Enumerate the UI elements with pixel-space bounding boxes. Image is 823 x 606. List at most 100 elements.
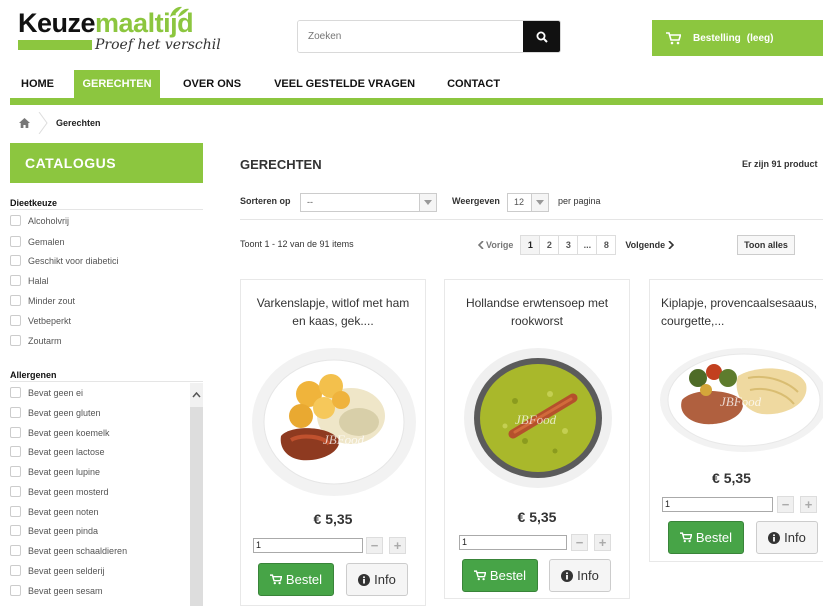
- filter-vetbeperkt[interactable]: Vetbeperkt: [10, 315, 71, 326]
- filter-geen-gluten[interactable]: Bevat geen gluten: [10, 407, 101, 418]
- checkbox[interactable]: [10, 387, 21, 398]
- chevron-up-icon: [192, 392, 201, 398]
- filter-geen-lactose[interactable]: Bevat geen lactose: [10, 446, 105, 457]
- page-3[interactable]: 3: [558, 235, 579, 255]
- product-price: € 5,35: [712, 470, 751, 486]
- cart-label: Bestelling: [693, 32, 741, 44]
- filter-geen-sesam[interactable]: Bevat geen sesam: [10, 585, 103, 596]
- watermark-text: JBFood: [720, 394, 762, 409]
- nav-gerechten[interactable]: GERECHTEN: [74, 70, 160, 98]
- quantity-decrease[interactable]: −: [571, 534, 588, 551]
- pagination-prev[interactable]: Vorige: [478, 240, 513, 250]
- quantity-decrease[interactable]: −: [777, 496, 794, 513]
- checkbox[interactable]: [10, 255, 21, 266]
- logo-tagline: Proef het verschil: [95, 37, 221, 53]
- checkbox[interactable]: [10, 585, 21, 596]
- checkbox[interactable]: [10, 335, 21, 346]
- page-2[interactable]: 2: [539, 235, 560, 255]
- info-button[interactable]: Info: [346, 563, 408, 596]
- filter-diabetici[interactable]: Geschikt voor diabetici: [10, 255, 119, 266]
- checkbox[interactable]: [10, 446, 21, 457]
- nav-contact[interactable]: CONTACT: [435, 70, 512, 98]
- filter-geen-mosterd[interactable]: Bevat geen mosterd: [10, 486, 109, 497]
- pagination-next[interactable]: Volgende: [625, 240, 675, 250]
- nav-over-ons[interactable]: OVER ONS: [171, 70, 253, 98]
- product-image[interactable]: JBFood: [251, 344, 417, 496]
- checkbox[interactable]: [10, 295, 21, 306]
- search-input[interactable]: [298, 21, 523, 52]
- checkbox[interactable]: [10, 486, 21, 497]
- product-name[interactable]: Hollandse erwtensoep met rookworst: [453, 294, 621, 330]
- order-button[interactable]: Bestel: [258, 563, 334, 596]
- order-button[interactable]: Bestel: [668, 521, 744, 554]
- info-button[interactable]: Info: [549, 559, 611, 592]
- product-image[interactable]: JBFood: [455, 346, 621, 494]
- product-name[interactable]: Varkenslapje, witlof met ham en kaas, ge…: [249, 294, 417, 330]
- quantity-increase[interactable]: +: [800, 496, 817, 513]
- order-label: Bestel: [489, 568, 527, 583]
- page-1[interactable]: 1: [520, 235, 541, 255]
- logo-word-dark: Keuze: [18, 8, 96, 38]
- filter-gemalen[interactable]: Gemalen: [10, 236, 65, 247]
- checkbox[interactable]: [10, 275, 21, 286]
- quantity-input[interactable]: 1: [459, 535, 567, 550]
- search-button[interactable]: [523, 21, 560, 52]
- product-image[interactable]: JBFood: [658, 344, 823, 456]
- checkbox[interactable]: [10, 427, 21, 438]
- info-label: Info: [577, 568, 599, 583]
- watermark-text: JBFood: [515, 412, 557, 427]
- filter-label: Bevat geen schaaldieren: [28, 545, 128, 556]
- quantity-increase[interactable]: +: [389, 537, 406, 554]
- breadcrumb-home[interactable]: [10, 118, 38, 128]
- filter-geen-noten[interactable]: Bevat geen noten: [10, 506, 99, 517]
- order-button[interactable]: Bestel: [462, 559, 538, 592]
- filter-geen-schaaldieren[interactable]: Bevat geen schaaldieren: [10, 545, 127, 556]
- filter-geen-ei[interactable]: Bevat geen ei: [10, 387, 83, 398]
- home-icon: [18, 118, 30, 128]
- breadcrumb-current: Gerechten: [56, 118, 101, 128]
- leaf-icon: [170, 6, 189, 17]
- checkbox[interactable]: [10, 565, 21, 576]
- checkbox[interactable]: [10, 315, 21, 326]
- filter-alcoholvrij[interactable]: Alcoholvrij: [10, 215, 69, 226]
- quantity-decrease[interactable]: −: [366, 537, 383, 554]
- cart-button[interactable]: Bestelling (leeg): [652, 20, 823, 56]
- filter-minder-zout[interactable]: Minder zout: [10, 295, 75, 306]
- caret-down-icon: [424, 200, 432, 205]
- filter-geen-pinda[interactable]: Bevat geen pinda: [10, 525, 98, 536]
- quantity-input[interactable]: 1: [662, 497, 773, 512]
- per-page-select[interactable]: 12: [507, 193, 549, 212]
- quantity-increase[interactable]: +: [594, 534, 611, 551]
- checkbox[interactable]: [10, 236, 21, 247]
- filter-zoutarm[interactable]: Zoutarm: [10, 335, 62, 346]
- checkbox[interactable]: [10, 407, 21, 418]
- quantity-input[interactable]: 1: [253, 538, 363, 553]
- filter-geen-lupine[interactable]: Bevat geen lupine: [10, 466, 100, 477]
- filter-geen-koemelk[interactable]: Bevat geen koemelk: [10, 427, 110, 438]
- show-all-button[interactable]: Toon alles: [737, 235, 795, 255]
- filter-divider: [10, 209, 203, 210]
- sort-select[interactable]: --: [300, 193, 437, 212]
- checkbox[interactable]: [10, 545, 21, 556]
- checkbox[interactable]: [10, 215, 21, 226]
- filter-divider: [10, 381, 203, 382]
- nav-home[interactable]: HOME: [10, 70, 65, 98]
- checkbox[interactable]: [10, 506, 21, 517]
- checkbox[interactable]: [10, 466, 21, 477]
- info-button[interactable]: Info: [756, 521, 818, 554]
- info-label: Info: [374, 572, 396, 587]
- site-logo[interactable]: Keuzemaaltijd Proef het verschil: [18, 6, 221, 60]
- filter-group-title: Allergenen: [10, 370, 57, 380]
- page-8[interactable]: 8: [596, 235, 617, 255]
- filter-halal[interactable]: Halal: [10, 275, 49, 286]
- scroll-up-button[interactable]: [190, 383, 203, 407]
- product-name[interactable]: Kiplapje, provencaalsesaaus, courgette,.…: [656, 294, 823, 330]
- chevron-right-icon: [668, 241, 675, 249]
- nav-faq[interactable]: VEEL GESTELDE VRAGEN: [262, 70, 427, 98]
- dropdown-arrow: [419, 194, 436, 211]
- sidebar-scrollbar[interactable]: [190, 388, 203, 606]
- product-price: € 5,35: [313, 511, 353, 527]
- filter-geen-selderij[interactable]: Bevat geen selderij: [10, 565, 105, 576]
- filter-label: Bevat geen gluten: [28, 407, 101, 418]
- checkbox[interactable]: [10, 525, 21, 536]
